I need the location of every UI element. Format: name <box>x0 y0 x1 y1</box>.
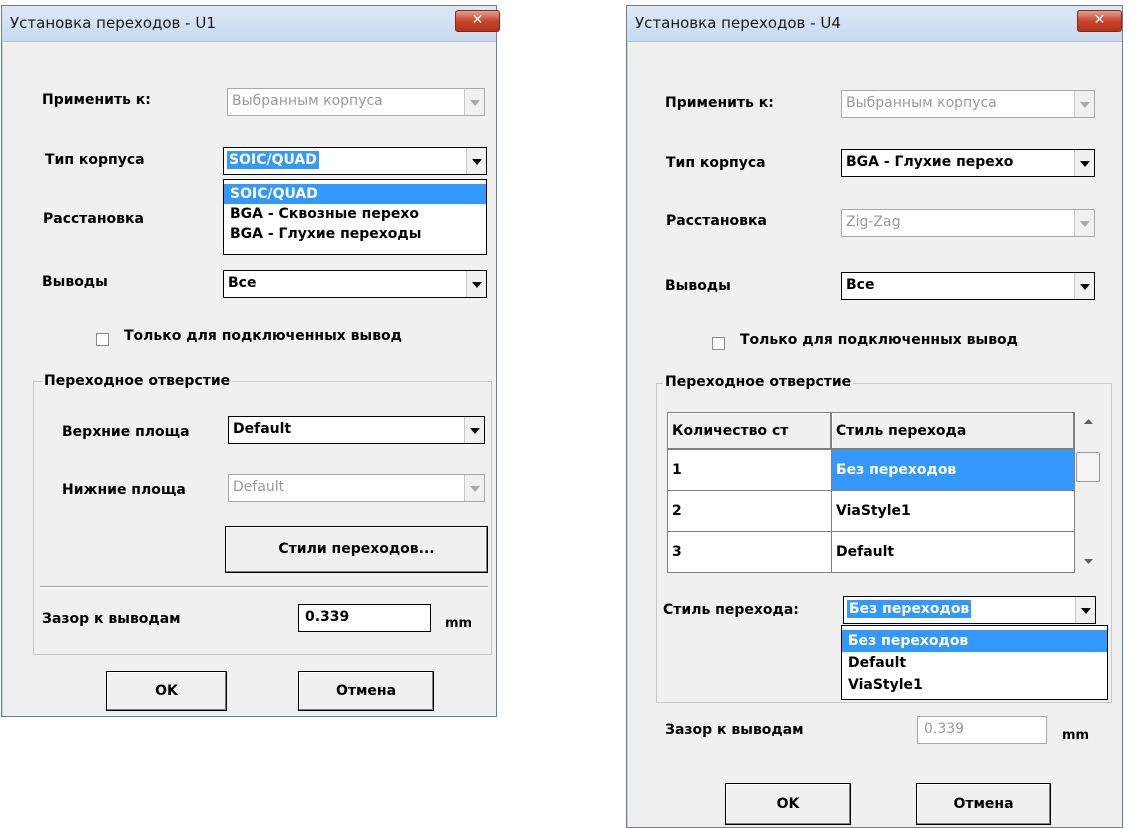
chevron-up-icon <box>1084 419 1093 424</box>
via-style-dropdown: Без переходов Default ViaStyle1 <box>841 625 1108 700</box>
pins-value: Все <box>846 277 875 293</box>
window-title: Установка переходов - U4 <box>635 14 841 32</box>
column-header[interactable]: Стиль перехода <box>831 412 1075 450</box>
title-bar[interactable]: Установка переходов - U1 ✕ <box>2 6 500 42</box>
close-icon: ✕ <box>1093 12 1106 28</box>
clearance-input[interactable]: 0.339 <box>298 604 431 632</box>
bottom-pads-value: Default <box>233 479 285 495</box>
apply-to-combo[interactable]: Выбранным корпуса <box>841 90 1095 118</box>
only-connected-label[interactable]: Только для подключенных вывод <box>740 332 1018 348</box>
package-type-dropdown: SOIC/QUAD BGA - Сквозные перехо BGA - Гл… <box>223 179 487 255</box>
placement-label: Расстановка <box>666 213 767 229</box>
package-type-combo[interactable]: BGA - Глухие перехо <box>841 149 1095 177</box>
apply-to-label: Применить к: <box>665 95 774 111</box>
table-row[interactable]: 1 Без переходов <box>667 449 1075 491</box>
package-type-option[interactable]: SOIC/QUAD <box>224 184 486 204</box>
bottom-pads-combo[interactable]: Default <box>228 474 485 502</box>
column-header[interactable]: Количество ст <box>667 412 832 450</box>
pins-value: Все <box>228 275 257 291</box>
via-style-option[interactable]: Без переходов <box>842 630 1107 652</box>
chevron-down-icon[interactable] <box>1074 210 1094 236</box>
pins-combo[interactable]: Все <box>841 272 1095 300</box>
top-pads-combo[interactable]: Default <box>228 416 485 444</box>
table-cell[interactable]: Без переходов <box>831 449 1075 491</box>
via-setup-dialog-u1: Установка переходов - U1 ✕ Применить к: … <box>1 5 500 717</box>
scroll-thumb[interactable] <box>1076 452 1100 482</box>
placement-combo[interactable]: Zig-Zag <box>841 209 1095 237</box>
pins-label: Выводы <box>42 274 108 290</box>
table-scrollbar[interactable] <box>1075 412 1102 574</box>
top-pads-label: Верхние площа <box>62 424 190 440</box>
clearance-label: Зазор к выводам <box>665 722 804 738</box>
via-style-label: Стиль перехода: <box>663 602 799 618</box>
via-styles-button[interactable]: Стили переходов... <box>225 526 488 573</box>
scroll-up-button[interactable] <box>1075 412 1102 430</box>
apply-to-value: Выбранным корпуса <box>846 95 997 111</box>
package-type-value: BGA - Глухие перехо <box>846 154 1014 170</box>
close-button[interactable]: ✕ <box>1077 10 1122 32</box>
clearance-unit: mm <box>1062 728 1090 743</box>
top-pads-value: Default <box>233 421 292 437</box>
ok-button[interactable]: OK <box>106 671 227 711</box>
apply-to-combo[interactable]: Выбранным корпуса <box>227 88 485 116</box>
chevron-down-icon[interactable] <box>464 89 484 115</box>
package-type-option[interactable]: BGA - Глухие переходы <box>224 224 486 244</box>
chevron-down-icon[interactable] <box>1074 273 1094 299</box>
package-type-label: Тип корпуса <box>45 152 145 168</box>
via-style-value: Без переходов <box>847 600 972 618</box>
via-style-table: Количество ст Стиль перехода 1 Без перех… <box>667 412 1075 573</box>
package-type-option[interactable]: BGA - Сквозные перехо <box>224 204 486 224</box>
chevron-down-icon[interactable] <box>1075 597 1095 623</box>
pins-combo[interactable]: Все <box>223 270 487 298</box>
chevron-down-icon[interactable] <box>1074 91 1094 117</box>
cancel-button[interactable]: Отмена <box>916 783 1051 825</box>
via-group-title: Переходное отверстие <box>663 374 854 390</box>
table-cell[interactable]: 1 <box>667 449 832 491</box>
title-bar[interactable]: Установка переходов - U4 ✕ <box>627 6 1122 42</box>
via-group-title: Переходное отверстие <box>42 373 233 389</box>
placement-label: Расстановка <box>43 211 144 227</box>
window-title: Установка переходов - U1 <box>10 14 216 32</box>
chevron-down-icon <box>1084 559 1093 564</box>
table-cell[interactable]: ViaStyle1 <box>831 490 1075 532</box>
table-row[interactable]: 3 Default <box>667 531 1075 573</box>
table-row[interactable]: 2 ViaStyle1 <box>667 490 1075 532</box>
via-style-option[interactable]: Default <box>842 652 1107 674</box>
separator <box>40 586 488 588</box>
chevron-down-icon[interactable] <box>464 475 484 501</box>
via-setup-dialog-u4: Установка переходов - U4 ✕ Применить к: … <box>626 5 1123 828</box>
chevron-down-icon[interactable] <box>466 271 486 297</box>
close-icon: ✕ <box>471 12 484 28</box>
via-style-option[interactable]: ViaStyle1 <box>842 674 1107 696</box>
table-cell[interactable]: Default <box>831 531 1075 573</box>
chevron-down-icon[interactable] <box>464 417 484 443</box>
ok-button[interactable]: OK <box>725 783 851 825</box>
bottom-pads-label: Нижние площа <box>62 482 186 498</box>
package-type-combo[interactable]: SOIC/QUAD <box>223 147 487 175</box>
chevron-down-icon[interactable] <box>1074 150 1094 176</box>
clearance-input[interactable]: 0.339 <box>917 716 1047 744</box>
close-button[interactable]: ✕ <box>455 10 500 32</box>
clearance-unit: mm <box>445 616 473 631</box>
table-cell[interactable]: 2 <box>667 490 832 532</box>
apply-to-label: Применить к: <box>42 92 151 108</box>
only-connected-checkbox[interactable] <box>712 337 725 350</box>
pins-label: Выводы <box>665 278 731 294</box>
table-cell[interactable]: 3 <box>667 531 832 573</box>
only-connected-label[interactable]: Только для подключенных вывод <box>124 328 402 344</box>
chevron-down-icon[interactable] <box>466 148 486 174</box>
package-type-value: SOIC/QUAD <box>227 151 319 169</box>
cancel-button[interactable]: Отмена <box>298 671 434 711</box>
scroll-down-button[interactable] <box>1075 552 1102 570</box>
apply-to-value: Выбранным корпуса <box>232 93 383 109</box>
package-type-label: Тип корпуса <box>666 155 766 171</box>
clearance-label: Зазор к выводам <box>42 611 181 627</box>
via-style-combo[interactable]: Без переходов <box>843 596 1096 624</box>
placement-value: Zig-Zag <box>846 214 901 230</box>
only-connected-checkbox[interactable] <box>96 333 109 346</box>
